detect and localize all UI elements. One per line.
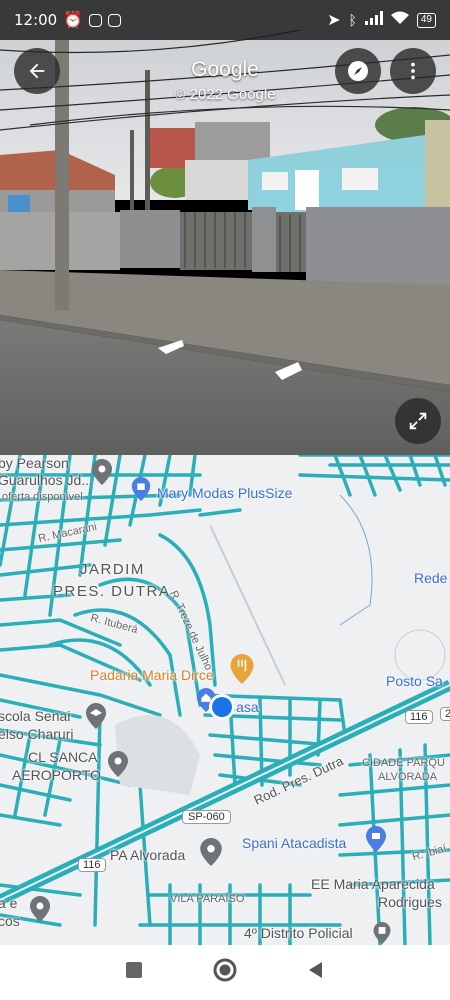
highway-shield-2: 2 [440, 707, 450, 721]
street-view-panel[interactable]: 12:00 ⏰ ➤ ᛒ 49 Google © 2022 Google [0, 0, 450, 455]
police-pin-icon[interactable] [372, 922, 392, 945]
map-label-spani[interactable]: Spani Atacadista [242, 835, 346, 851]
system-navigation-bar [0, 945, 450, 1000]
map-label-e-left[interactable]: a e [0, 895, 17, 911]
street-view-title: Google [191, 58, 259, 81]
map-label-mary-modas[interactable]: Mary Modas PlusSize [157, 485, 292, 501]
bluetooth-icon: ᛒ [348, 12, 357, 28]
map-pin-icon-3[interactable] [200, 838, 222, 871]
shopping-pin-icon[interactable] [131, 477, 151, 506]
map-label-oferta: oferta disponível [2, 491, 83, 503]
map-label-escola-1[interactable]: scola Senai [0, 708, 70, 724]
signal-icon [364, 10, 383, 30]
back-nav-button[interactable] [306, 960, 326, 985]
map-label-alvorada: ALVORADA [378, 771, 438, 783]
map-label-rodrigues[interactable]: Rodrigues [378, 894, 442, 910]
map-label-jardim: JARDIM [80, 561, 145, 578]
map-pin-icon[interactable] [92, 459, 112, 490]
wifi-icon [390, 11, 409, 30]
map-view[interactable]: by Pearson Guarulhos Jd... oferta dispon… [0, 455, 450, 945]
home-button[interactable] [212, 957, 238, 988]
street-view-copyright: © 2022 Google [174, 86, 276, 103]
cart-pin-icon[interactable] [366, 826, 386, 857]
location-dot-icon[interactable] [208, 693, 236, 726]
map-label-rede[interactable]: Rede [414, 570, 447, 586]
map-pin-icon-4[interactable] [30, 896, 50, 927]
map-label-guarulhos[interactable]: Guarulhos Jd... [0, 472, 93, 488]
map-label-posto[interactable]: Posto Sa [386, 673, 443, 689]
location-arrow-icon: ➤ [327, 12, 341, 29]
alarm-icon: ⏰ [63, 12, 84, 29]
expand-icon [409, 412, 427, 430]
status-time: 12:00 [14, 11, 58, 29]
square-icon [126, 962, 142, 978]
status-bar: 12:00 ⏰ ➤ ᛒ 49 [0, 0, 450, 40]
instagram-icon [89, 13, 103, 27]
map-label-by-pearson[interactable]: by Pearson [0, 455, 69, 471]
more-vert-icon [411, 62, 415, 80]
map-label-distrito[interactable]: 4º Distrito Policial [244, 925, 353, 941]
highway-shield-116: 116 [405, 710, 433, 724]
circle-icon [213, 958, 237, 982]
map-pin-icon-2[interactable] [108, 751, 128, 782]
school-pin-icon[interactable] [86, 703, 106, 734]
battery-indicator: 49 [416, 12, 436, 28]
map-label-cidade-parque: CIDADE PARQU [362, 757, 445, 769]
compass-icon [348, 61, 368, 81]
more-options-button[interactable] [390, 48, 436, 94]
highway-shield-sp060: SP-060 [182, 810, 231, 824]
compass-button[interactable] [335, 48, 381, 94]
map-label-pres-dutra: PRES. DUTRA [53, 583, 171, 600]
map-label-ee-maria[interactable]: EE Maria Aparecida [311, 876, 435, 892]
screen: 12:00 ⏰ ➤ ᛒ 49 Google © 2022 Google by P… [0, 0, 450, 1000]
map-label-pa-alvorada[interactable]: PA Alvorada [110, 847, 185, 863]
map-label-cos-left[interactable]: cos [0, 913, 20, 929]
triangle-back-icon [309, 962, 322, 978]
map-label-vila-paraiso: VILA PARAÍSO [170, 893, 245, 905]
map-label-escola-2[interactable]: elso Charuri [0, 726, 73, 742]
instagram-icon-2 [108, 13, 122, 27]
expand-button[interactable] [395, 398, 441, 444]
recents-button[interactable] [124, 960, 144, 985]
map-label-cl-sanca[interactable]: CL SANCA [28, 749, 98, 765]
restaurant-pin-icon[interactable] [230, 654, 254, 689]
map-label-aeroporto[interactable]: AEROPORTO [12, 767, 101, 783]
map-label-padaria[interactable]: Padaria Maria Dirce [90, 667, 214, 683]
highway-shield-116-b: 116 [78, 858, 106, 872]
